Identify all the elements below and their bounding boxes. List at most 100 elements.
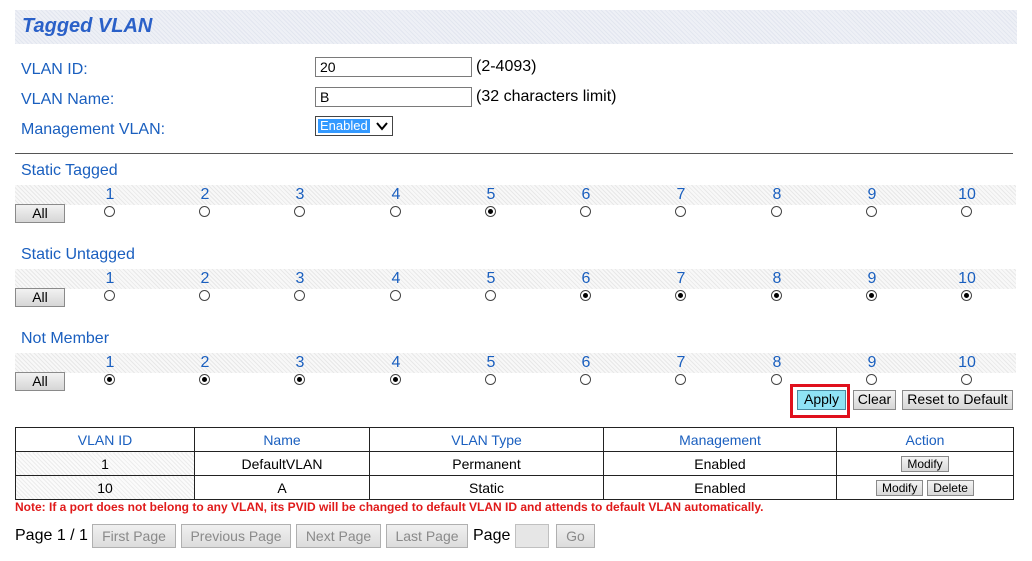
not-member-port-6-radio[interactable] <box>580 374 591 385</box>
port-number-label: 9 <box>867 186 877 203</box>
static-untagged-port-10-radio[interactable] <box>961 290 972 301</box>
port-number-label: 2 <box>200 354 210 371</box>
port-number-label: 1 <box>105 270 115 287</box>
port-number-label: 8 <box>772 270 782 287</box>
vlan-name-label: VLAN Name: <box>21 91 115 108</box>
page-title: Tagged VLAN <box>22 15 153 37</box>
cell-vlan-id: 10 <box>15 475 195 500</box>
page-label: Page <box>473 527 511 544</box>
static-untagged-all-button[interactable]: All <box>15 288 65 307</box>
vlan-name-hint: (32 characters limit) <box>476 88 617 105</box>
port-number-label: 10 <box>958 270 976 287</box>
page-number-input[interactable] <box>515 524 549 548</box>
table-row: 1 DefaultVLAN Permanent Enabled Modify <box>15 451 1014 476</box>
static-untagged-port-3-radio[interactable] <box>294 290 305 301</box>
delete-button[interactable]: Delete <box>927 480 974 497</box>
table-row: 10 A Static Enabled Modify Delete <box>15 475 1014 500</box>
header-action: Action <box>836 427 1014 452</box>
port-number-label: 10 <box>958 354 976 371</box>
not-member-port-1-radio[interactable] <box>104 374 115 385</box>
management-vlan-select[interactable]: Enabled <box>315 116 393 136</box>
port-number-label: 9 <box>867 270 877 287</box>
not-member-port-10-radio[interactable] <box>961 374 972 385</box>
port-number-label: 5 <box>486 354 496 371</box>
management-vlan-value: Enabled <box>317 118 371 134</box>
vlan-name-input[interactable]: B <box>315 87 472 107</box>
reset-to-default-button[interactable]: Reset to Default <box>902 390 1013 410</box>
static-untagged-port-8-radio[interactable] <box>771 290 782 301</box>
port-number-label: 2 <box>200 186 210 203</box>
cell-name: A <box>194 475 370 500</box>
last-page-button[interactable]: Last Page <box>386 524 468 548</box>
not-member-port-2-radio[interactable] <box>199 374 210 385</box>
pvid-note: Note: If a port does not belong to any V… <box>15 500 764 514</box>
static-tagged-port-8-radio[interactable] <box>771 206 782 217</box>
port-number-label: 9 <box>867 354 877 371</box>
vlan-table: VLAN ID Name VLAN Type Management Action… <box>15 427 1014 500</box>
first-page-button[interactable]: First Page <box>92 524 176 548</box>
static-tagged-port-9-radio[interactable] <box>866 206 877 217</box>
divider <box>15 153 1013 154</box>
table-header-row: VLAN ID Name VLAN Type Management Action <box>15 427 1014 452</box>
port-number-label: 6 <box>581 354 591 371</box>
port-number-label: 3 <box>295 354 305 371</box>
not-member-port-7-radio[interactable] <box>675 374 686 385</box>
chevron-down-icon <box>376 122 388 131</box>
not-member-port-5-radio[interactable] <box>485 374 496 385</box>
port-number-label: 6 <box>581 186 591 203</box>
management-vlan-label: Management VLAN: <box>21 121 166 138</box>
static-untagged-title: Static Untagged <box>21 246 135 263</box>
not-member-port-9-radio[interactable] <box>866 374 877 385</box>
not-member-title: Not Member <box>21 330 110 347</box>
vlan-id-label: VLAN ID: <box>21 61 88 78</box>
port-number-label: 7 <box>676 270 686 287</box>
cell-management: Enabled <box>603 451 837 476</box>
go-button[interactable]: Go <box>556 524 595 548</box>
static-untagged-port-9-radio[interactable] <box>866 290 877 301</box>
next-page-button[interactable]: Next Page <box>296 524 381 548</box>
previous-page-button[interactable]: Previous Page <box>181 524 291 548</box>
port-number-label: 5 <box>486 186 496 203</box>
port-number-label: 10 <box>958 186 976 203</box>
vlan-id-input[interactable]: 20 <box>315 57 472 77</box>
static-tagged-port-10-radio[interactable] <box>961 206 972 217</box>
cell-vlan-type: Static <box>369 475 604 500</box>
port-number-label: 2 <box>200 270 210 287</box>
port-number-label: 7 <box>676 354 686 371</box>
static-tagged-title: Static Tagged <box>21 162 118 179</box>
static-untagged-port-1-radio[interactable] <box>104 290 115 301</box>
cell-management: Enabled <box>603 475 837 500</box>
header-name: Name <box>194 427 370 452</box>
cell-vlan-type: Permanent <box>369 451 604 476</box>
static-tagged-port-2-radio[interactable] <box>199 206 210 217</box>
clear-button[interactable]: Clear <box>853 390 896 410</box>
static-tagged-port-7-radio[interactable] <box>675 206 686 217</box>
not-member-port-3-radio[interactable] <box>294 374 305 385</box>
modify-button[interactable]: Modify <box>901 456 949 473</box>
static-untagged-port-4-radio[interactable] <box>390 290 401 301</box>
static-untagged-port-7-radio[interactable] <box>675 290 686 301</box>
modify-button[interactable]: Modify <box>876 480 924 497</box>
port-number-label: 8 <box>772 186 782 203</box>
highlight-box <box>790 384 850 418</box>
static-tagged-port-3-radio[interactable] <box>294 206 305 217</box>
not-member-port-8-radio[interactable] <box>771 374 782 385</box>
static-untagged-port-5-radio[interactable] <box>485 290 496 301</box>
vlan-id-hint: (2-4093) <box>476 58 537 75</box>
port-number-label: 3 <box>295 270 305 287</box>
not-member-port-4-radio[interactable] <box>390 374 401 385</box>
static-untagged-port-2-radio[interactable] <box>199 290 210 301</box>
static-tagged-port-1-radio[interactable] <box>104 206 115 217</box>
header-vlan-type: VLAN Type <box>369 427 604 452</box>
static-tagged-port-6-radio[interactable] <box>580 206 591 217</box>
static-tagged-all-button[interactable]: All <box>15 204 65 223</box>
port-number-label: 4 <box>391 354 401 371</box>
cell-name: DefaultVLAN <box>194 451 370 476</box>
static-untagged-port-6-radio[interactable] <box>580 290 591 301</box>
port-number-label: 1 <box>105 186 115 203</box>
static-tagged-port-5-radio[interactable] <box>485 206 496 217</box>
not-member-all-button[interactable]: All <box>15 372 65 391</box>
static-tagged-port-4-radio[interactable] <box>390 206 401 217</box>
port-number-label: 5 <box>486 270 496 287</box>
port-number-label: 1 <box>105 354 115 371</box>
